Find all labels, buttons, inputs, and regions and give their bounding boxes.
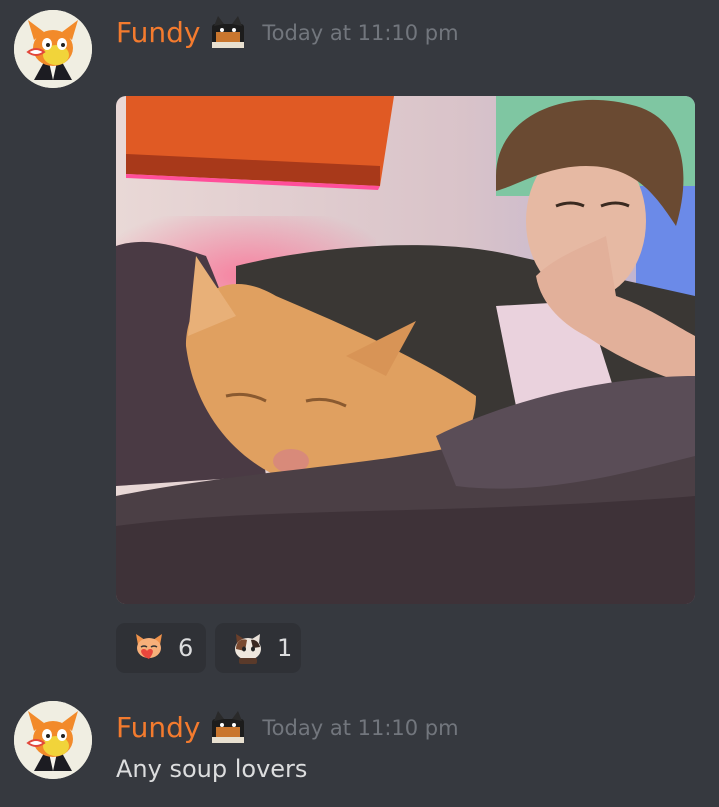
cat-heart-emoji-icon — [132, 631, 166, 665]
role-badge-icon — [208, 14, 248, 52]
timestamp[interactable]: Today at 11:10 pm — [262, 15, 458, 51]
avatar[interactable] — [14, 10, 92, 88]
message: Fundy Today at 11:10 pm 6 1 — [0, 0, 719, 690]
reaction-count: 6 — [178, 634, 194, 662]
reaction-button[interactable]: 1 — [215, 623, 301, 673]
calico-cat-emoji-icon — [231, 631, 265, 665]
timestamp[interactable]: Today at 11:10 pm — [262, 710, 458, 746]
reaction-button[interactable]: 6 — [116, 623, 206, 673]
fox-avatar-icon — [14, 10, 92, 88]
role-badge-icon — [208, 709, 248, 747]
message: Fundy Today at 11:10 pm Any soup lovers — [0, 690, 719, 807]
message-header: Fundy Today at 11:10 pm — [116, 709, 459, 747]
message-header: Fundy Today at 11:10 pm — [116, 14, 459, 52]
reactions-bar: 6 1 — [116, 623, 310, 673]
reaction-count: 1 — [277, 634, 293, 662]
username[interactable]: Fundy — [116, 15, 200, 51]
username[interactable]: Fundy — [116, 710, 200, 746]
fox-avatar-icon — [14, 701, 92, 779]
photo-cat-selfie — [116, 96, 695, 604]
avatar[interactable] — [14, 701, 92, 779]
message-content: Any soup lovers — [116, 755, 308, 783]
image-attachment[interactable] — [116, 96, 695, 604]
